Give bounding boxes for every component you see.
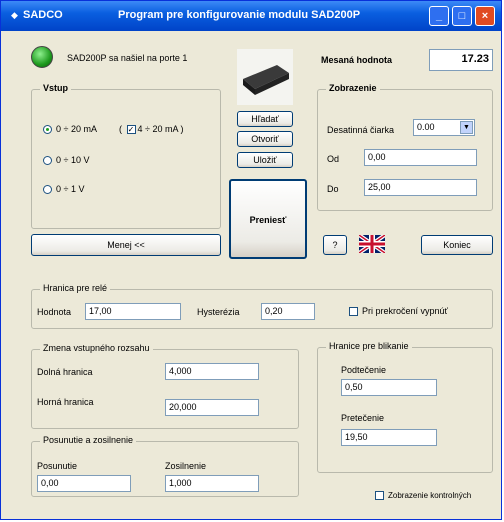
- from-label: Od: [327, 154, 340, 164]
- status-led-icon: [31, 46, 53, 68]
- input-group-title: Vstup: [40, 83, 72, 93]
- shift-field[interactable]: 0,00: [37, 475, 131, 492]
- minimize-button[interactable]: _: [429, 6, 449, 26]
- measured-value: 17.23: [429, 49, 493, 71]
- decimal-select[interactable]: 0.00 ▼: [413, 119, 475, 136]
- transfer-button[interactable]: Preniesť: [229, 179, 307, 259]
- find-button[interactable]: Hľadať: [237, 111, 293, 127]
- underflow-field[interactable]: 0,50: [341, 379, 437, 396]
- blink-group-title: Hranice pre blikanie: [326, 341, 412, 351]
- upper-bound-field[interactable]: 20,000: [165, 399, 259, 416]
- shift-group-title: Posunutie a zosilnenie: [40, 435, 137, 445]
- main-window: ◆ SADCO Program pre konfigurovanie modul…: [0, 0, 502, 520]
- radio-0-10v[interactable]: 0 ÷ 10 V: [43, 155, 89, 166]
- relay-value-field[interactable]: 17,00: [85, 303, 181, 320]
- radio-0-20ma[interactable]: 0 ÷ 20 mA: [43, 124, 97, 135]
- app-icon: ◆: [11, 10, 18, 20]
- app-name: SADCO: [23, 9, 63, 21]
- title-bar[interactable]: ◆ SADCO Program pre konfigurovanie modul…: [1, 1, 501, 31]
- underflow-label: Podtečenie: [341, 365, 387, 375]
- range-group: Zmena vstupného rozsahu: [31, 343, 299, 429]
- checkbox-icon: [375, 491, 384, 501]
- display-group-title: Zobrazenie: [326, 83, 380, 93]
- window-title: Program pre konfigurovanie modulu SAD200…: [118, 9, 361, 21]
- to-label: Do: [327, 184, 339, 194]
- radio-icon: [43, 156, 52, 166]
- to-field[interactable]: 25,00: [364, 179, 477, 196]
- end-button[interactable]: Koniec: [421, 235, 493, 255]
- decimal-label: Desatinná čiarka: [327, 125, 395, 135]
- less-button[interactable]: Menej <<: [31, 234, 221, 256]
- relay-value-label: Hodnota: [37, 307, 72, 317]
- hysteresis-field[interactable]: 0,20: [261, 303, 315, 320]
- from-field[interactable]: 0,00: [364, 149, 477, 166]
- hysteresis-label: Hysterézia: [197, 307, 240, 317]
- shift-label: Posunutie: [37, 461, 78, 471]
- upper-bound-label: Horná hranica: [37, 397, 94, 407]
- calibration-checkbox[interactable]: Zobrazenie kontrolných: [375, 491, 471, 501]
- range-group-title: Zmena vstupného rozsahu: [40, 343, 153, 353]
- open-button[interactable]: Otvoriť: [237, 131, 293, 147]
- maximize-button[interactable]: □: [452, 6, 472, 26]
- device-image-icon: [237, 49, 293, 105]
- gain-field[interactable]: 1,000: [165, 475, 259, 492]
- checkbox-4-20ma[interactable]: ( ✓ 4 ÷ 20 mA ): [119, 124, 183, 135]
- chevron-down-icon[interactable]: ▼: [460, 121, 473, 134]
- close-button[interactable]: ×: [475, 6, 495, 26]
- overflow-label: Pretečenie: [341, 413, 385, 423]
- lower-bound-field[interactable]: 4,000: [165, 363, 259, 380]
- relay-group-title: Hranica pre relé: [40, 283, 111, 293]
- checkbox-checked-icon: ✓: [126, 125, 136, 135]
- save-button[interactable]: Uložiť: [237, 152, 293, 168]
- radio-0-1v[interactable]: 0 ÷ 1 V: [43, 184, 84, 195]
- radio-selected-icon: [43, 125, 52, 135]
- overflow-field[interactable]: 19,50: [341, 429, 437, 446]
- help-button[interactable]: ?: [323, 235, 347, 255]
- radio-icon: [43, 185, 52, 195]
- measured-label: Mesaná hodnota: [321, 55, 393, 65]
- gain-label: Zosilnenie: [165, 461, 207, 471]
- status-text: SAD200P sa našiel na porte 1: [67, 53, 188, 63]
- checkbox-icon: [349, 307, 358, 317]
- uk-flag-icon[interactable]: [359, 235, 385, 253]
- relay-off-checkbox[interactable]: Pri prekročení vypnúť: [349, 306, 448, 317]
- lower-bound-label: Dolná hranica: [37, 367, 93, 377]
